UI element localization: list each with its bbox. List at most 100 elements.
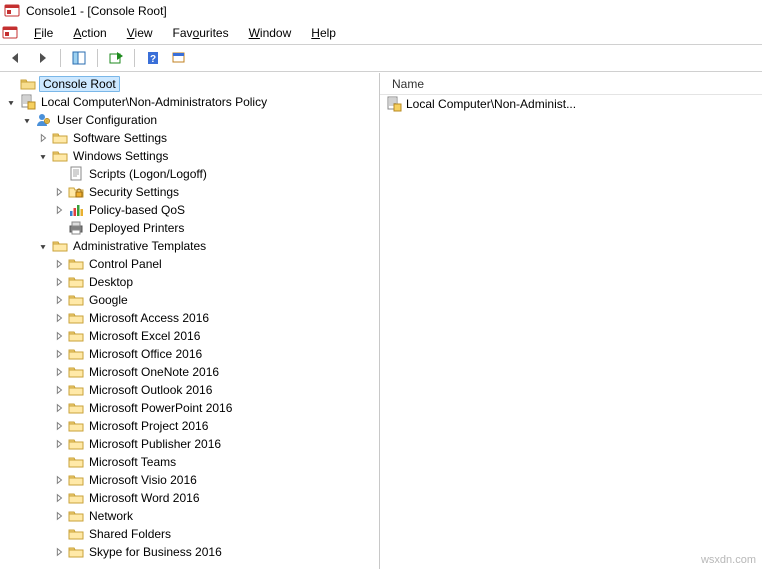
tree-at-onenote[interactable]: Microsoft OneNote 2016 (2, 363, 377, 381)
expander-closed-icon[interactable] (53, 474, 65, 486)
window-title: Console1 - [Console Root] (26, 4, 167, 18)
tree-item-label: Console Root (39, 76, 120, 92)
tree-item-label: Deployed Printers (87, 221, 186, 235)
column-name[interactable]: Name (388, 75, 428, 93)
expander-open-icon[interactable] (37, 150, 49, 162)
tree-policy[interactable]: Local Computer\Non-Administrators Policy (2, 93, 377, 111)
tree-policy-qos[interactable]: Policy-based QoS (2, 201, 377, 219)
policy-icon (20, 94, 36, 110)
tree-at-visio[interactable]: Microsoft Visio 2016 (2, 471, 377, 489)
folder-icon (68, 454, 84, 470)
expander-closed-icon[interactable] (53, 330, 65, 342)
tree-item-label: Skype for Business 2016 (87, 545, 224, 559)
script-icon (68, 166, 84, 182)
folder-icon (68, 418, 84, 434)
expander-closed-icon[interactable] (53, 402, 65, 414)
tree-at-project[interactable]: Microsoft Project 2016 (2, 417, 377, 435)
forward-button[interactable] (30, 47, 54, 69)
expander-closed-icon[interactable] (53, 438, 65, 450)
expander-closed-icon[interactable] (53, 294, 65, 306)
tree-software-settings[interactable]: Software Settings (2, 129, 377, 147)
expander-closed-icon[interactable] (53, 258, 65, 270)
tree-at-office[interactable]: Microsoft Office 2016 (2, 345, 377, 363)
export-button[interactable] (104, 47, 128, 69)
toolbar-separator (60, 49, 61, 67)
tree-at-excel[interactable]: Microsoft Excel 2016 (2, 327, 377, 345)
menu-file[interactable]: File (26, 24, 61, 42)
expander-closed-icon[interactable] (53, 420, 65, 432)
expander-closed-icon[interactable] (53, 204, 65, 216)
tree-pane[interactable]: Console Root Local Computer\Non-Administ… (0, 73, 380, 569)
tree-deployed-printers[interactable]: Deployed Printers (2, 219, 377, 237)
tree-windows-settings[interactable]: Windows Settings (2, 147, 377, 165)
tree-at-skype[interactable]: Skype for Business 2016 (2, 543, 377, 561)
tree-admin-templates[interactable]: Administrative Templates (2, 237, 377, 255)
tree-at-word[interactable]: Microsoft Word 2016 (2, 489, 377, 507)
folder-icon (68, 490, 84, 506)
back-button[interactable] (4, 47, 28, 69)
expander-closed-icon[interactable] (37, 132, 49, 144)
tree-item-label: Microsoft Visio 2016 (87, 473, 199, 487)
folder-icon (68, 400, 84, 416)
tree-at-network[interactable]: Network (2, 507, 377, 525)
toolbar-separator (97, 49, 98, 67)
list-header[interactable]: Name (380, 73, 762, 95)
tree-item-label: Microsoft Access 2016 (87, 311, 211, 325)
tree-at-outlook[interactable]: Microsoft Outlook 2016 (2, 381, 377, 399)
app-icon (4, 3, 20, 19)
expander-closed-icon[interactable] (53, 348, 65, 360)
menu-window[interactable]: Window (241, 24, 300, 42)
list-item[interactable]: Local Computer\Non-Administ... (380, 95, 762, 113)
tree-security-settings[interactable]: Security Settings (2, 183, 377, 201)
menu-help[interactable]: Help (303, 24, 344, 42)
expander-closed-icon[interactable] (53, 546, 65, 558)
folder-icon (68, 292, 84, 308)
expander-closed-icon[interactable] (53, 276, 65, 288)
tree-at-google[interactable]: Google (2, 291, 377, 309)
tree-item-label: Network (87, 509, 135, 523)
tree-item-label: Scripts (Logon/Logoff) (87, 167, 209, 181)
expander-closed-icon[interactable] (53, 384, 65, 396)
tree-scripts[interactable]: Scripts (Logon/Logoff) (2, 165, 377, 183)
show-hide-tree-button[interactable] (67, 47, 91, 69)
watermark: wsxdn.com (701, 554, 756, 566)
expander-open-icon[interactable] (5, 96, 17, 108)
expander-open-icon[interactable] (37, 240, 49, 252)
tree-at-teams[interactable]: Microsoft Teams (2, 453, 377, 471)
folder-icon (68, 256, 84, 272)
expander-open-icon[interactable] (21, 114, 33, 126)
list-item-label: Local Computer\Non-Administ... (406, 97, 576, 111)
list-pane[interactable]: Name Local Computer\Non-Administ... (380, 73, 762, 569)
new-window-button[interactable] (167, 47, 191, 69)
tree-at-powerpoint[interactable]: Microsoft PowerPoint 2016 (2, 399, 377, 417)
expander-closed-icon[interactable] (53, 510, 65, 522)
folder-icon (52, 130, 68, 146)
expander-closed-icon[interactable] (53, 366, 65, 378)
folder-icon (68, 346, 84, 362)
titlebar: Console1 - [Console Root] (0, 0, 762, 22)
expander-closed-icon[interactable] (53, 492, 65, 504)
console-root-icon (20, 76, 36, 92)
menu-view[interactable]: View (119, 24, 161, 42)
tree-console-root[interactable]: Console Root (2, 75, 377, 93)
menu-favourites[interactable]: Favourites (165, 24, 237, 42)
tree-item-label: Shared Folders (87, 527, 173, 541)
tree-at-control-panel[interactable]: Control Panel (2, 255, 377, 273)
tree-user-configuration[interactable]: User Configuration (2, 111, 377, 129)
tree-at-publisher[interactable]: Microsoft Publisher 2016 (2, 435, 377, 453)
toolbar-separator (134, 49, 135, 67)
tree-item-label: Microsoft Project 2016 (87, 419, 210, 433)
help-button[interactable]: ? (141, 47, 165, 69)
expander-closed-icon[interactable] (53, 312, 65, 324)
menu-action[interactable]: Action (65, 24, 114, 42)
tree-at-shared-folders[interactable]: Shared Folders (2, 525, 377, 543)
folder-icon (68, 508, 84, 524)
tree-at-desktop[interactable]: Desktop (2, 273, 377, 291)
folder-icon (68, 328, 84, 344)
folder-icon (68, 544, 84, 560)
tree-item-label: Administrative Templates (71, 239, 208, 253)
tree-at-access[interactable]: Microsoft Access 2016 (2, 309, 377, 327)
expander-closed-icon[interactable] (53, 186, 65, 198)
tree-item-label: Microsoft Word 2016 (87, 491, 202, 505)
tree-item-label: Desktop (87, 275, 135, 289)
